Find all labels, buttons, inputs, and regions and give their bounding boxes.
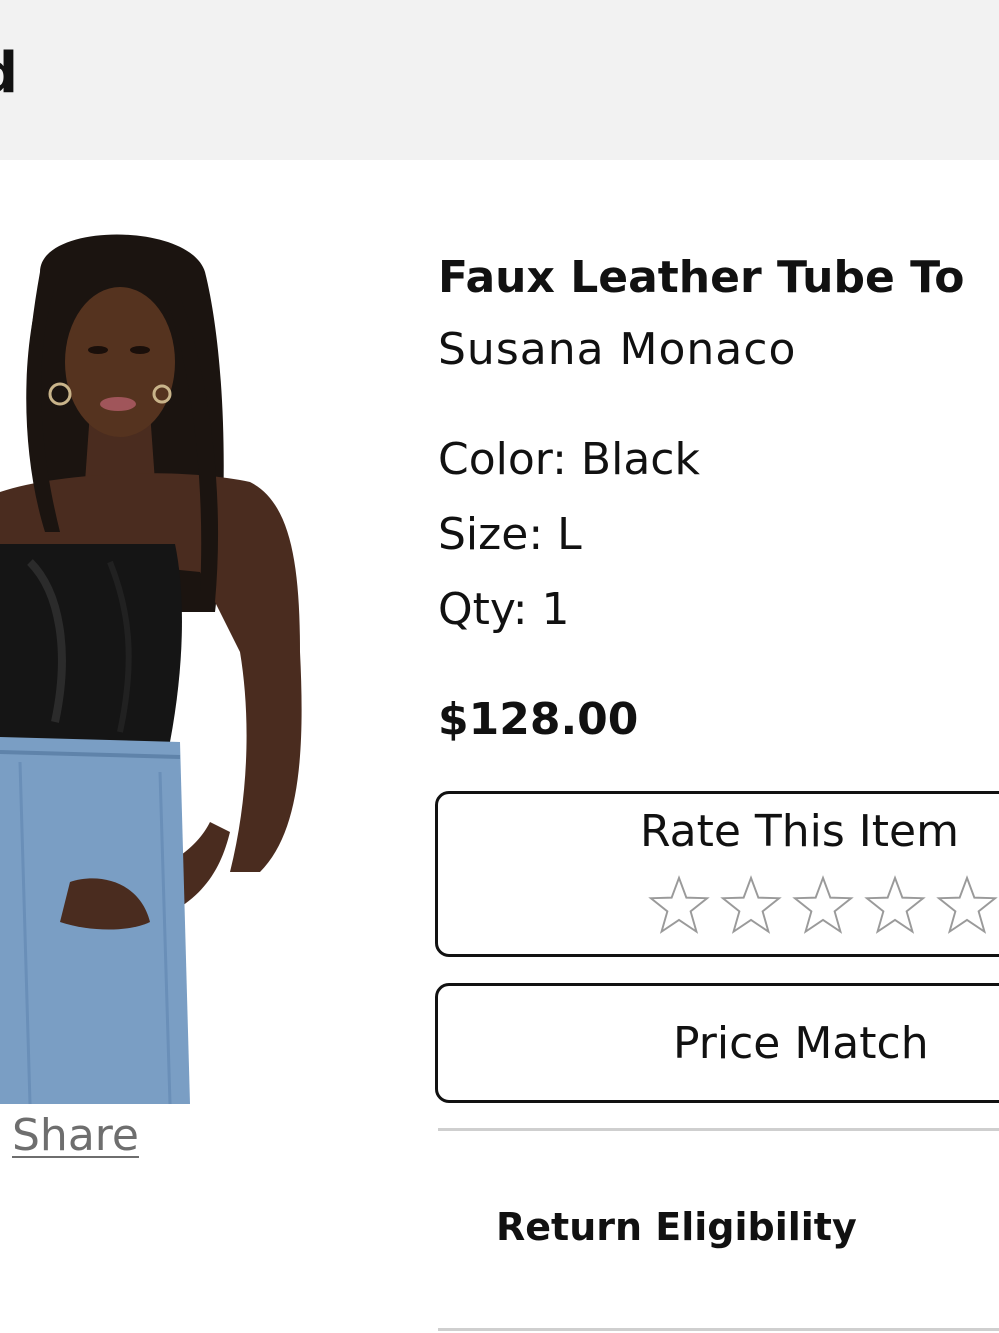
rate-item-box: Rate This Item <box>435 791 999 957</box>
divider <box>438 1128 999 1131</box>
return-eligibility-link[interactable]: Return Eligibility <box>496 1200 857 1254</box>
product-brand[interactable]: Susana Monaco <box>438 320 796 380</box>
product-quantity: Qty: 1 <box>438 584 570 635</box>
product-color: Color: Black <box>438 434 700 485</box>
star-outline-icon[interactable] <box>648 874 710 936</box>
page-header: d <box>0 0 999 160</box>
divider <box>438 1328 999 1331</box>
product-title[interactable]: Faux Leather Tube To <box>438 248 965 308</box>
product-price: $128.00 <box>438 694 639 745</box>
product-size: Size: L <box>438 509 582 560</box>
price-match-button[interactable]: Price Match <box>435 983 999 1103</box>
rate-item-title: Rate This Item <box>640 806 959 857</box>
star-outline-icon[interactable] <box>792 874 854 936</box>
star-outline-icon[interactable] <box>936 874 998 936</box>
star-rating[interactable] <box>648 874 998 936</box>
star-outline-icon[interactable] <box>720 874 782 936</box>
product-image[interactable] <box>0 232 320 1104</box>
share-link[interactable]: Share <box>12 1106 139 1166</box>
star-outline-icon[interactable] <box>864 874 926 936</box>
order-item-page: d <box>0 0 999 1333</box>
price-match-label: Price Match <box>673 1018 929 1069</box>
page-title: d <box>0 38 18 110</box>
model-illustration <box>0 234 302 1104</box>
